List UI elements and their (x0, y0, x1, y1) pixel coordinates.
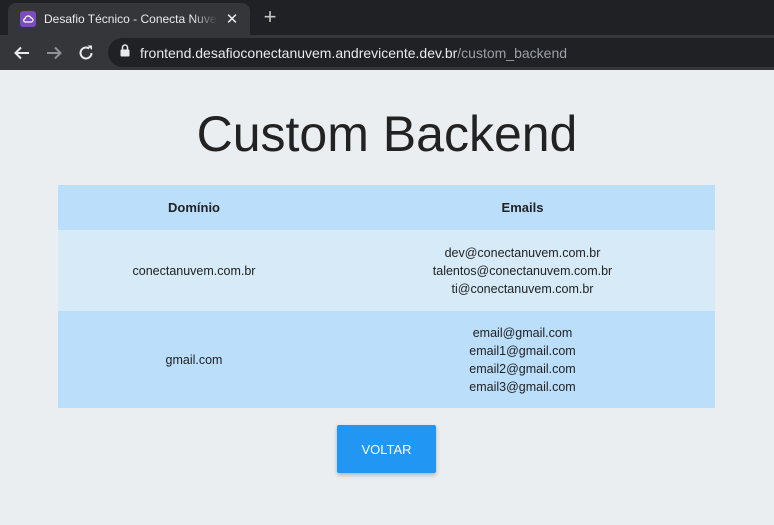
email-item: email2@gmail.com (469, 361, 576, 376)
browser-tab[interactable]: Desafio Técnico - Conecta Nuvem ✕ (8, 3, 250, 35)
column-header-emails: Emails (330, 185, 715, 230)
page-title: Custom Backend (196, 106, 578, 162)
url-path: /custom_backend (457, 44, 568, 61)
table-row: gmail.com email@gmail.com email1@gmail.c… (58, 311, 715, 408)
column-header-domain: Domínio (58, 185, 330, 230)
new-tab-icon[interactable]: + (260, 6, 280, 28)
domain-cell: gmail.com (58, 311, 330, 408)
emails-cell: email@gmail.com email1@gmail.com email2@… (330, 311, 715, 408)
email-item: email1@gmail.com (469, 343, 576, 358)
lock-icon (120, 43, 130, 62)
email-item: dev@conectanuvem.com.br (444, 245, 601, 260)
email-item: email@gmail.com (472, 325, 573, 340)
url-host: frontend.desafioconectanuvem.andrevicent… (140, 44, 458, 61)
domains-table-container: Domínio Emails conectanuvem.com.br dev@c… (58, 185, 715, 408)
email-item: talentos@conectanuvem.com.br (432, 263, 613, 278)
domain-cell: conectanuvem.com.br (58, 230, 330, 311)
email-item: ti@conectanuvem.com.br (451, 281, 594, 296)
emails-cell: dev@conectanuvem.com.br talentos@conecta… (330, 230, 715, 311)
table-row: conectanuvem.com.br dev@conectanuvem.com… (58, 230, 715, 311)
close-tab-icon[interactable]: ✕ (224, 10, 240, 28)
reload-icon[interactable] (75, 42, 97, 64)
back-arrow-icon[interactable] (11, 42, 33, 64)
cloud-icon (20, 11, 36, 27)
browser-tab-bar: Desafio Técnico - Conecta Nuvem ✕ + (0, 0, 774, 35)
email-item: email3@gmail.com (469, 379, 576, 394)
address-url: frontend.desafioconectanuvem.andrevicent… (140, 45, 567, 61)
browser-toolbar: frontend.desafioconectanuvem.andrevicent… (0, 35, 774, 70)
tab-title: Desafio Técnico - Conecta Nuvem (44, 12, 218, 26)
table-header-row: Domínio Emails (58, 185, 715, 230)
domains-table: Domínio Emails conectanuvem.com.br dev@c… (58, 185, 715, 408)
address-bar[interactable]: frontend.desafioconectanuvem.andrevicent… (108, 38, 774, 67)
forward-arrow-icon[interactable] (43, 42, 65, 64)
back-button[interactable]: VOLTAR (337, 425, 436, 473)
